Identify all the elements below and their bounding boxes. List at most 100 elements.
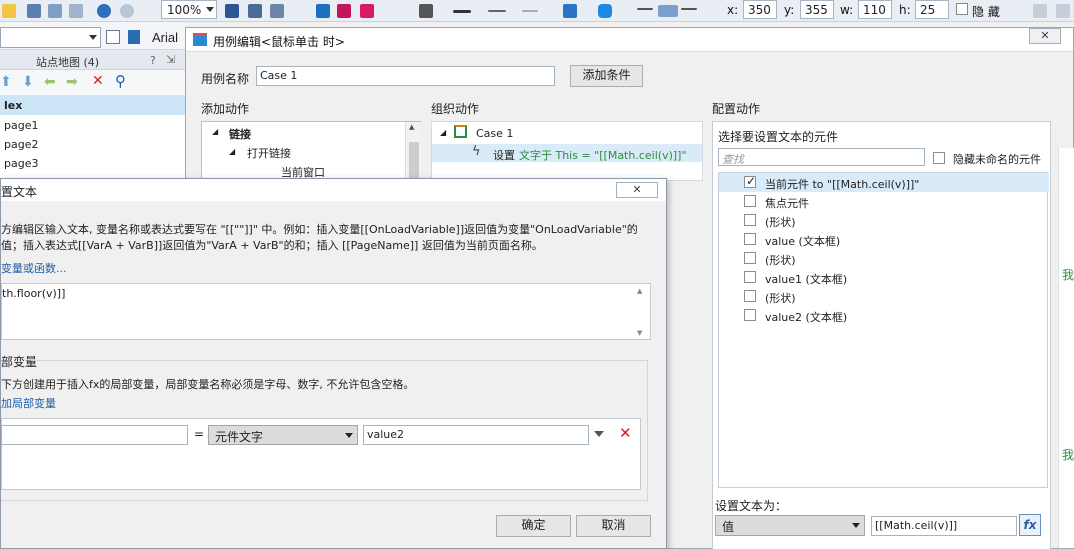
scroll-down-icon[interactable]: ▼ — [637, 329, 642, 337]
scrollbar[interactable]: ▲ — [405, 122, 421, 180]
zoom-select[interactable]: 100% — [161, 0, 217, 19]
add-local-var-link[interactable]: 加局部变量 — [1, 395, 56, 411]
brush-icon[interactable] — [128, 30, 140, 44]
indent-left-icon[interactable]: ⬅ — [44, 74, 56, 90]
expand-icon[interactable]: ◢ — [440, 128, 446, 137]
redo-icon[interactable] — [120, 4, 134, 18]
tree-node-open-link[interactable]: 打开链接 — [247, 145, 291, 161]
help-icon[interactable]: ? — [150, 54, 156, 67]
format-painter-icon[interactable] — [106, 30, 120, 44]
indent-right-icon[interactable]: ➡ — [66, 74, 78, 90]
element-row[interactable]: (形状) — [719, 211, 1049, 230]
expand-icon[interactable]: ◢ — [212, 127, 218, 136]
align-center-icon[interactable] — [658, 5, 678, 17]
tree-case-1[interactable]: Case 1 — [476, 127, 513, 140]
open-folder-icon[interactable] — [2, 4, 16, 18]
hide-unnamed-checkbox[interactable] — [933, 152, 945, 164]
chevron-down-icon — [345, 433, 353, 438]
element-checkbox[interactable] — [744, 214, 756, 226]
chevron-down-icon[interactable] — [594, 431, 604, 437]
close-icon[interactable]: ✕ — [1029, 28, 1061, 44]
expand-icon[interactable]: ◢ — [229, 147, 235, 156]
chevron-down-icon — [89, 35, 97, 40]
scroll-up-icon[interactable]: ▲ — [637, 287, 642, 295]
align-right-icon[interactable] — [681, 8, 697, 10]
element-row[interactable]: value2 (文本框) — [719, 306, 1049, 325]
local-var-target-input[interactable]: value2 — [363, 425, 589, 445]
select-pointer-icon[interactable] — [225, 4, 239, 18]
line-weight-icon[interactable] — [453, 10, 471, 13]
element-checkbox[interactable] — [744, 309, 756, 321]
shadow-icon[interactable] — [598, 4, 612, 18]
element-row[interactable]: (形状) — [719, 287, 1049, 306]
line-pattern-icon[interactable] — [488, 10, 506, 12]
cut-icon[interactable] — [27, 4, 41, 18]
element-checkbox[interactable] — [744, 174, 756, 188]
search-icon[interactable]: ⚲ — [115, 72, 126, 90]
element-row[interactable]: (形状) — [719, 249, 1049, 268]
page-item-page1[interactable]: page1 — [0, 116, 186, 135]
description-line-1: 方编辑区输入文本, 变量名称或表达式要写在 "[[""]]" 中。例如：插入变量… — [1, 223, 638, 236]
element-checkbox[interactable] — [744, 233, 756, 245]
undo-icon[interactable] — [97, 4, 111, 18]
case-name-input[interactable]: Case 1 — [256, 66, 555, 86]
tree-node-links[interactable]: 链接 — [229, 126, 251, 142]
add-condition-button[interactable]: 添加条件 — [570, 65, 643, 87]
y-input[interactable]: 355 — [800, 0, 834, 19]
page-item-page2[interactable]: page2 — [0, 135, 186, 154]
move-up-icon[interactable]: ⬆ — [0, 74, 12, 90]
right-edge-text: 我 — [1062, 448, 1074, 462]
page-item-page3[interactable]: page3 — [0, 154, 186, 173]
font-family-select[interactable]: Arial — [152, 30, 178, 45]
copy-icon[interactable] — [48, 4, 62, 18]
paste-icon[interactable] — [69, 4, 83, 18]
element-row[interactable]: value1 (文本框) — [719, 268, 1049, 287]
h-input[interactable]: 25 — [915, 0, 949, 19]
style-select[interactable] — [0, 27, 101, 48]
element-row[interactable]: 当前元件 to "[[Math.ceil(v)]]" — [719, 173, 1049, 192]
preview-icon[interactable] — [316, 4, 330, 18]
element-row[interactable]: value (文本框) — [719, 230, 1049, 249]
element-checkbox[interactable] — [744, 271, 756, 283]
connector-icon[interactable] — [270, 4, 284, 18]
local-var-name-input[interactable] — [1, 425, 188, 445]
tree-action-row[interactable]: ϟ 设置 文字于 This = "[[Math.ceil(v)]]" — [432, 144, 702, 162]
set-text-type-select[interactable]: 值 — [715, 515, 865, 536]
more-icon[interactable] — [1056, 4, 1070, 18]
cancel-button[interactable]: 取消 — [576, 515, 651, 537]
expression-editor[interactable]: th.floor(v)]] ▲ ▼ — [1, 283, 651, 340]
delete-page-icon[interactable]: ✕ — [92, 73, 104, 89]
element-label: value1 (文本框) — [765, 273, 848, 286]
organize-actions-label: 组织动作 — [431, 102, 480, 116]
style-icon[interactable] — [1033, 4, 1047, 18]
configure-actions-label: 配置动作 — [712, 102, 761, 116]
x-input[interactable]: 350 — [743, 0, 777, 19]
set-text-value-input[interactable]: [[Math.ceil(v)]] — [871, 516, 1017, 536]
element-row[interactable]: 焦点元件 — [719, 192, 1049, 211]
delete-icon[interactable]: ✕ — [619, 424, 632, 442]
border-style-icon[interactable] — [419, 4, 433, 18]
pin-icon[interactable]: ⇲ — [166, 53, 175, 66]
move-down-icon[interactable]: ⬇ — [22, 74, 34, 90]
element-checkbox[interactable] — [744, 195, 756, 207]
page-item-index[interactable]: lex — [0, 96, 186, 115]
publish-icon[interactable] — [360, 4, 374, 18]
element-checkbox[interactable] — [744, 290, 756, 302]
insert-variable-link[interactable]: 变量或函数... — [1, 260, 67, 276]
close-icon[interactable]: ✕ — [616, 182, 658, 198]
element-search-input[interactable]: 查找 — [718, 148, 925, 166]
scroll-up-icon[interactable]: ▲ — [409, 123, 414, 131]
ok-button[interactable]: 确定 — [496, 515, 571, 537]
scroll-thumb[interactable] — [409, 142, 419, 178]
connect-pointer-icon[interactable] — [248, 4, 262, 18]
element-checkbox[interactable] — [744, 252, 756, 264]
local-var-type-select[interactable]: 元件文字 — [208, 425, 358, 445]
align-left-icon[interactable] — [637, 8, 653, 10]
arrow-style-icon[interactable] — [522, 10, 538, 12]
fx-button[interactable]: fx — [1019, 514, 1041, 536]
hide-checkbox[interactable] — [956, 3, 968, 15]
w-input[interactable]: 110 — [858, 0, 892, 19]
share-icon[interactable] — [337, 4, 351, 18]
fill-color-icon[interactable] — [563, 4, 577, 18]
element-label: 焦点元件 — [765, 197, 809, 210]
